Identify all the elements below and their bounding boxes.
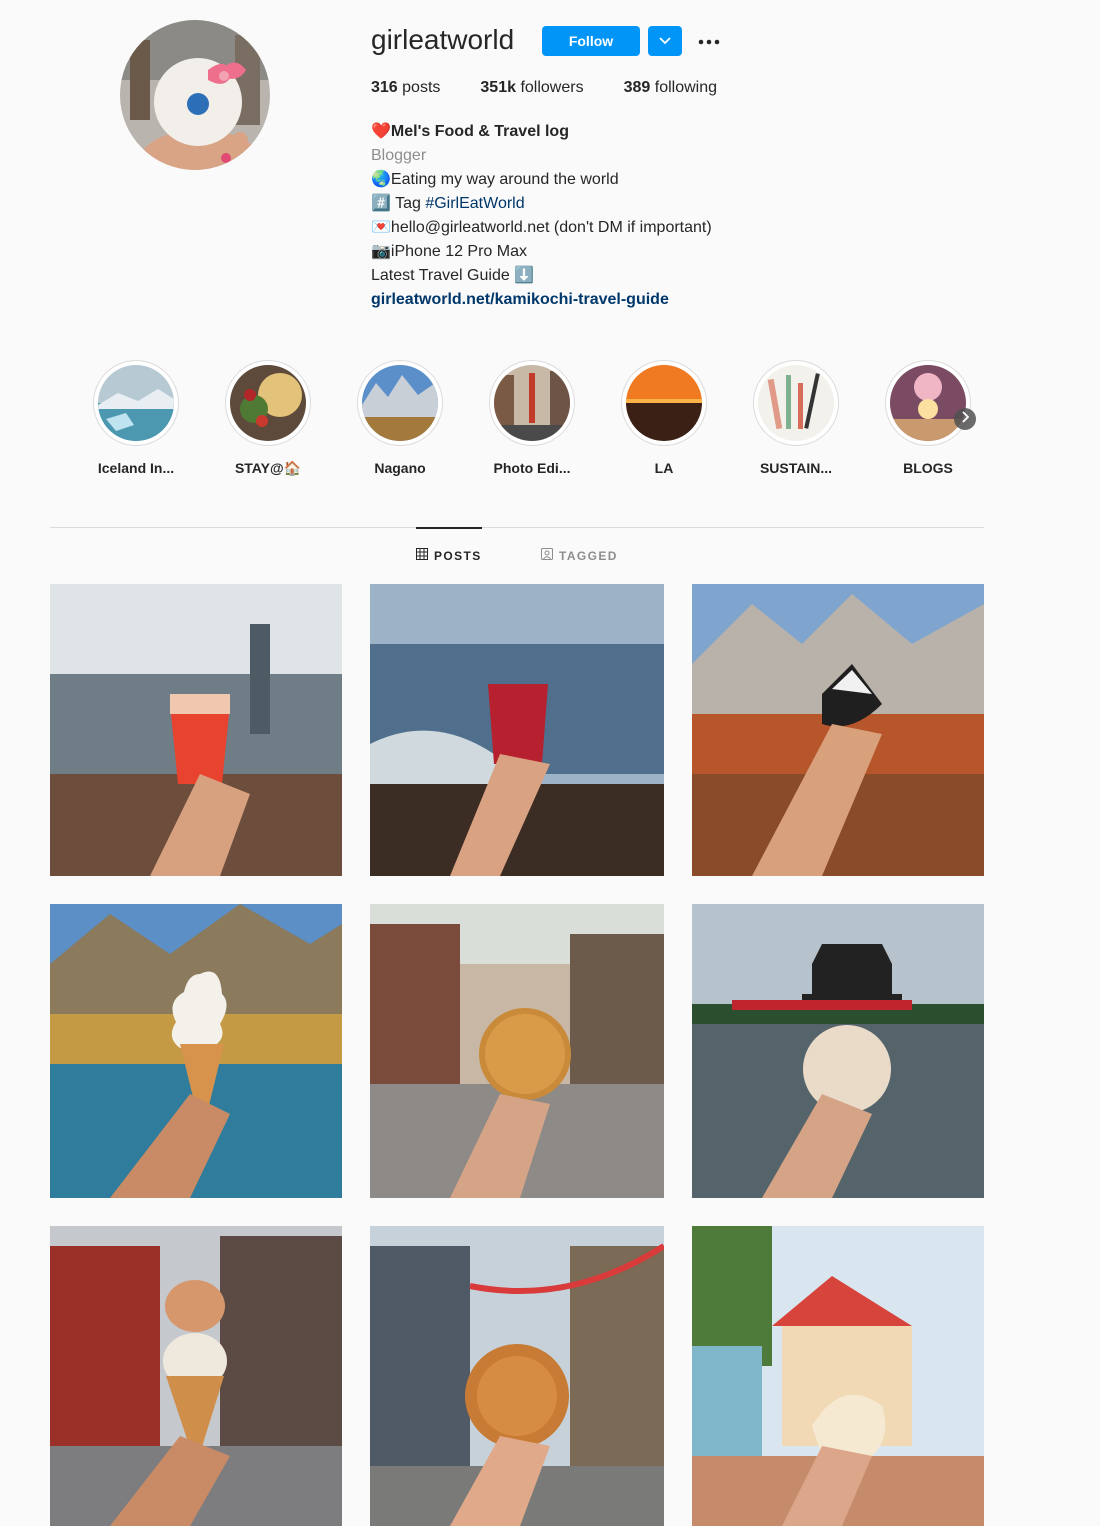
highlight-label: SUSTAIN...: [759, 460, 833, 476]
following-label: following: [654, 79, 718, 96]
red-drink-sea-photo: [370, 584, 664, 876]
highlight-item[interactable]: Photo Edi...: [477, 360, 587, 476]
highlight-cover: [758, 365, 834, 441]
profile-stats: 316 posts 351k followers 389 following: [371, 78, 757, 98]
rice-cracker-street-photo: [370, 904, 664, 1198]
highlight-ring: [885, 360, 971, 446]
highlight-label: STAY@🏠: [234, 460, 302, 476]
highlight-cover: [890, 365, 966, 441]
sandwich-toontown-photo: [692, 1226, 984, 1526]
more-horizontal-icon: [698, 32, 720, 50]
tabs-divider: [50, 527, 984, 528]
highlight-ring: [753, 360, 839, 446]
more-options-button[interactable]: [694, 26, 724, 56]
active-tab-indicator: [416, 527, 482, 529]
red-cocktail-city-photo: [50, 584, 342, 876]
highlight-item[interactable]: STAY@🏠: [213, 360, 323, 477]
tab-tagged-label: TAGGED: [559, 548, 618, 563]
onigiri-mountain-photo: [692, 584, 984, 876]
highlight-cover: [494, 365, 570, 441]
bio-line: 💌hello@girleatworld.net (don't DM if imp…: [371, 219, 712, 236]
highlight-ring: [225, 360, 311, 446]
tab-posts-label: POSTS: [434, 548, 482, 563]
grid-icon: [416, 548, 434, 563]
post-thumbnail[interactable]: [370, 904, 664, 1198]
follow-button[interactable]: Follow: [542, 26, 640, 56]
chevron-right-icon: [961, 410, 970, 428]
suggested-accounts-dropdown[interactable]: [648, 26, 682, 56]
highlight-cover: [98, 365, 174, 441]
mooncake-street-photo: [370, 1226, 664, 1526]
highlight-cover: [230, 365, 306, 441]
post-thumbnail[interactable]: [692, 1226, 984, 1526]
following-count: 389: [623, 79, 651, 96]
pig-ice-cream-street-photo: [50, 1226, 342, 1526]
posts-label: posts: [402, 79, 441, 96]
bio-line: 🌏Eating my way around the world: [371, 171, 619, 188]
highlight-label: Nagano: [374, 460, 426, 476]
profile-bio: ❤️Mel's Food & Travel log Blogger 🌏Eatin…: [371, 120, 971, 312]
soft-serve-river-photo: [50, 904, 342, 1198]
highlight-label: BLOGS: [903, 460, 953, 476]
highlight-cover: [626, 365, 702, 441]
post-thumbnail[interactable]: [692, 584, 984, 876]
bio-line: Latest Travel Guide ⬇️: [371, 267, 535, 284]
post-thumbnail[interactable]: [50, 1226, 342, 1526]
post-thumbnail[interactable]: [50, 904, 342, 1198]
highlight-label: Iceland In...: [97, 460, 175, 476]
tab-tagged[interactable]: TAGGED: [541, 548, 618, 563]
followers-count: 351k: [480, 79, 516, 96]
mochi-castle-photo: [692, 904, 984, 1198]
bio-line: 📷iPhone 12 Pro Max: [371, 243, 527, 260]
highlight-ring: [489, 360, 575, 446]
highlights-next-button[interactable]: [954, 408, 976, 430]
bio-hashtag-link[interactable]: #GirlEatWorld: [425, 195, 524, 212]
profile-avatar[interactable]: [120, 20, 270, 170]
bio-external-link[interactable]: girleatworld.net/kamikochi-travel-guide: [371, 288, 971, 312]
bio-tag-line: #️⃣ Tag #GirlEatWorld: [371, 192, 971, 216]
highlight-label: LA: [654, 460, 674, 476]
highlight-item[interactable]: SUSTAIN...: [741, 360, 851, 476]
followers-stat[interactable]: 351k followers: [480, 78, 583, 98]
highlight-label: Photo Edi...: [493, 460, 571, 476]
highlight-item[interactable]: Iceland In...: [81, 360, 191, 476]
bio-category: Blogger: [371, 147, 427, 164]
chevron-down-icon: [659, 32, 671, 50]
profile-username: girleatworld: [371, 24, 515, 55]
highlight-cover: [362, 365, 438, 441]
bio-tag-prefix: #️⃣ Tag: [371, 195, 426, 212]
tab-posts[interactable]: POSTS: [416, 548, 482, 563]
following-stat[interactable]: 389 following: [624, 78, 717, 98]
followers-label: followers: [520, 79, 584, 96]
post-thumbnail[interactable]: [692, 904, 984, 1198]
tagged-user-icon: [541, 548, 559, 563]
posts-count: 316: [371, 79, 398, 96]
post-thumbnail[interactable]: [370, 584, 664, 876]
post-thumbnail[interactable]: [50, 584, 342, 876]
highlight-ring: [93, 360, 179, 446]
highlight-item[interactable]: Nagano: [345, 360, 455, 476]
posts-stat: 316 posts: [371, 78, 440, 98]
highlight-ring: [357, 360, 443, 446]
highlight-item[interactable]: LA: [609, 360, 719, 476]
highlight-ring: [621, 360, 707, 446]
post-thumbnail[interactable]: [370, 1226, 664, 1526]
bio-name: ❤️Mel's Food & Travel log: [371, 123, 569, 140]
